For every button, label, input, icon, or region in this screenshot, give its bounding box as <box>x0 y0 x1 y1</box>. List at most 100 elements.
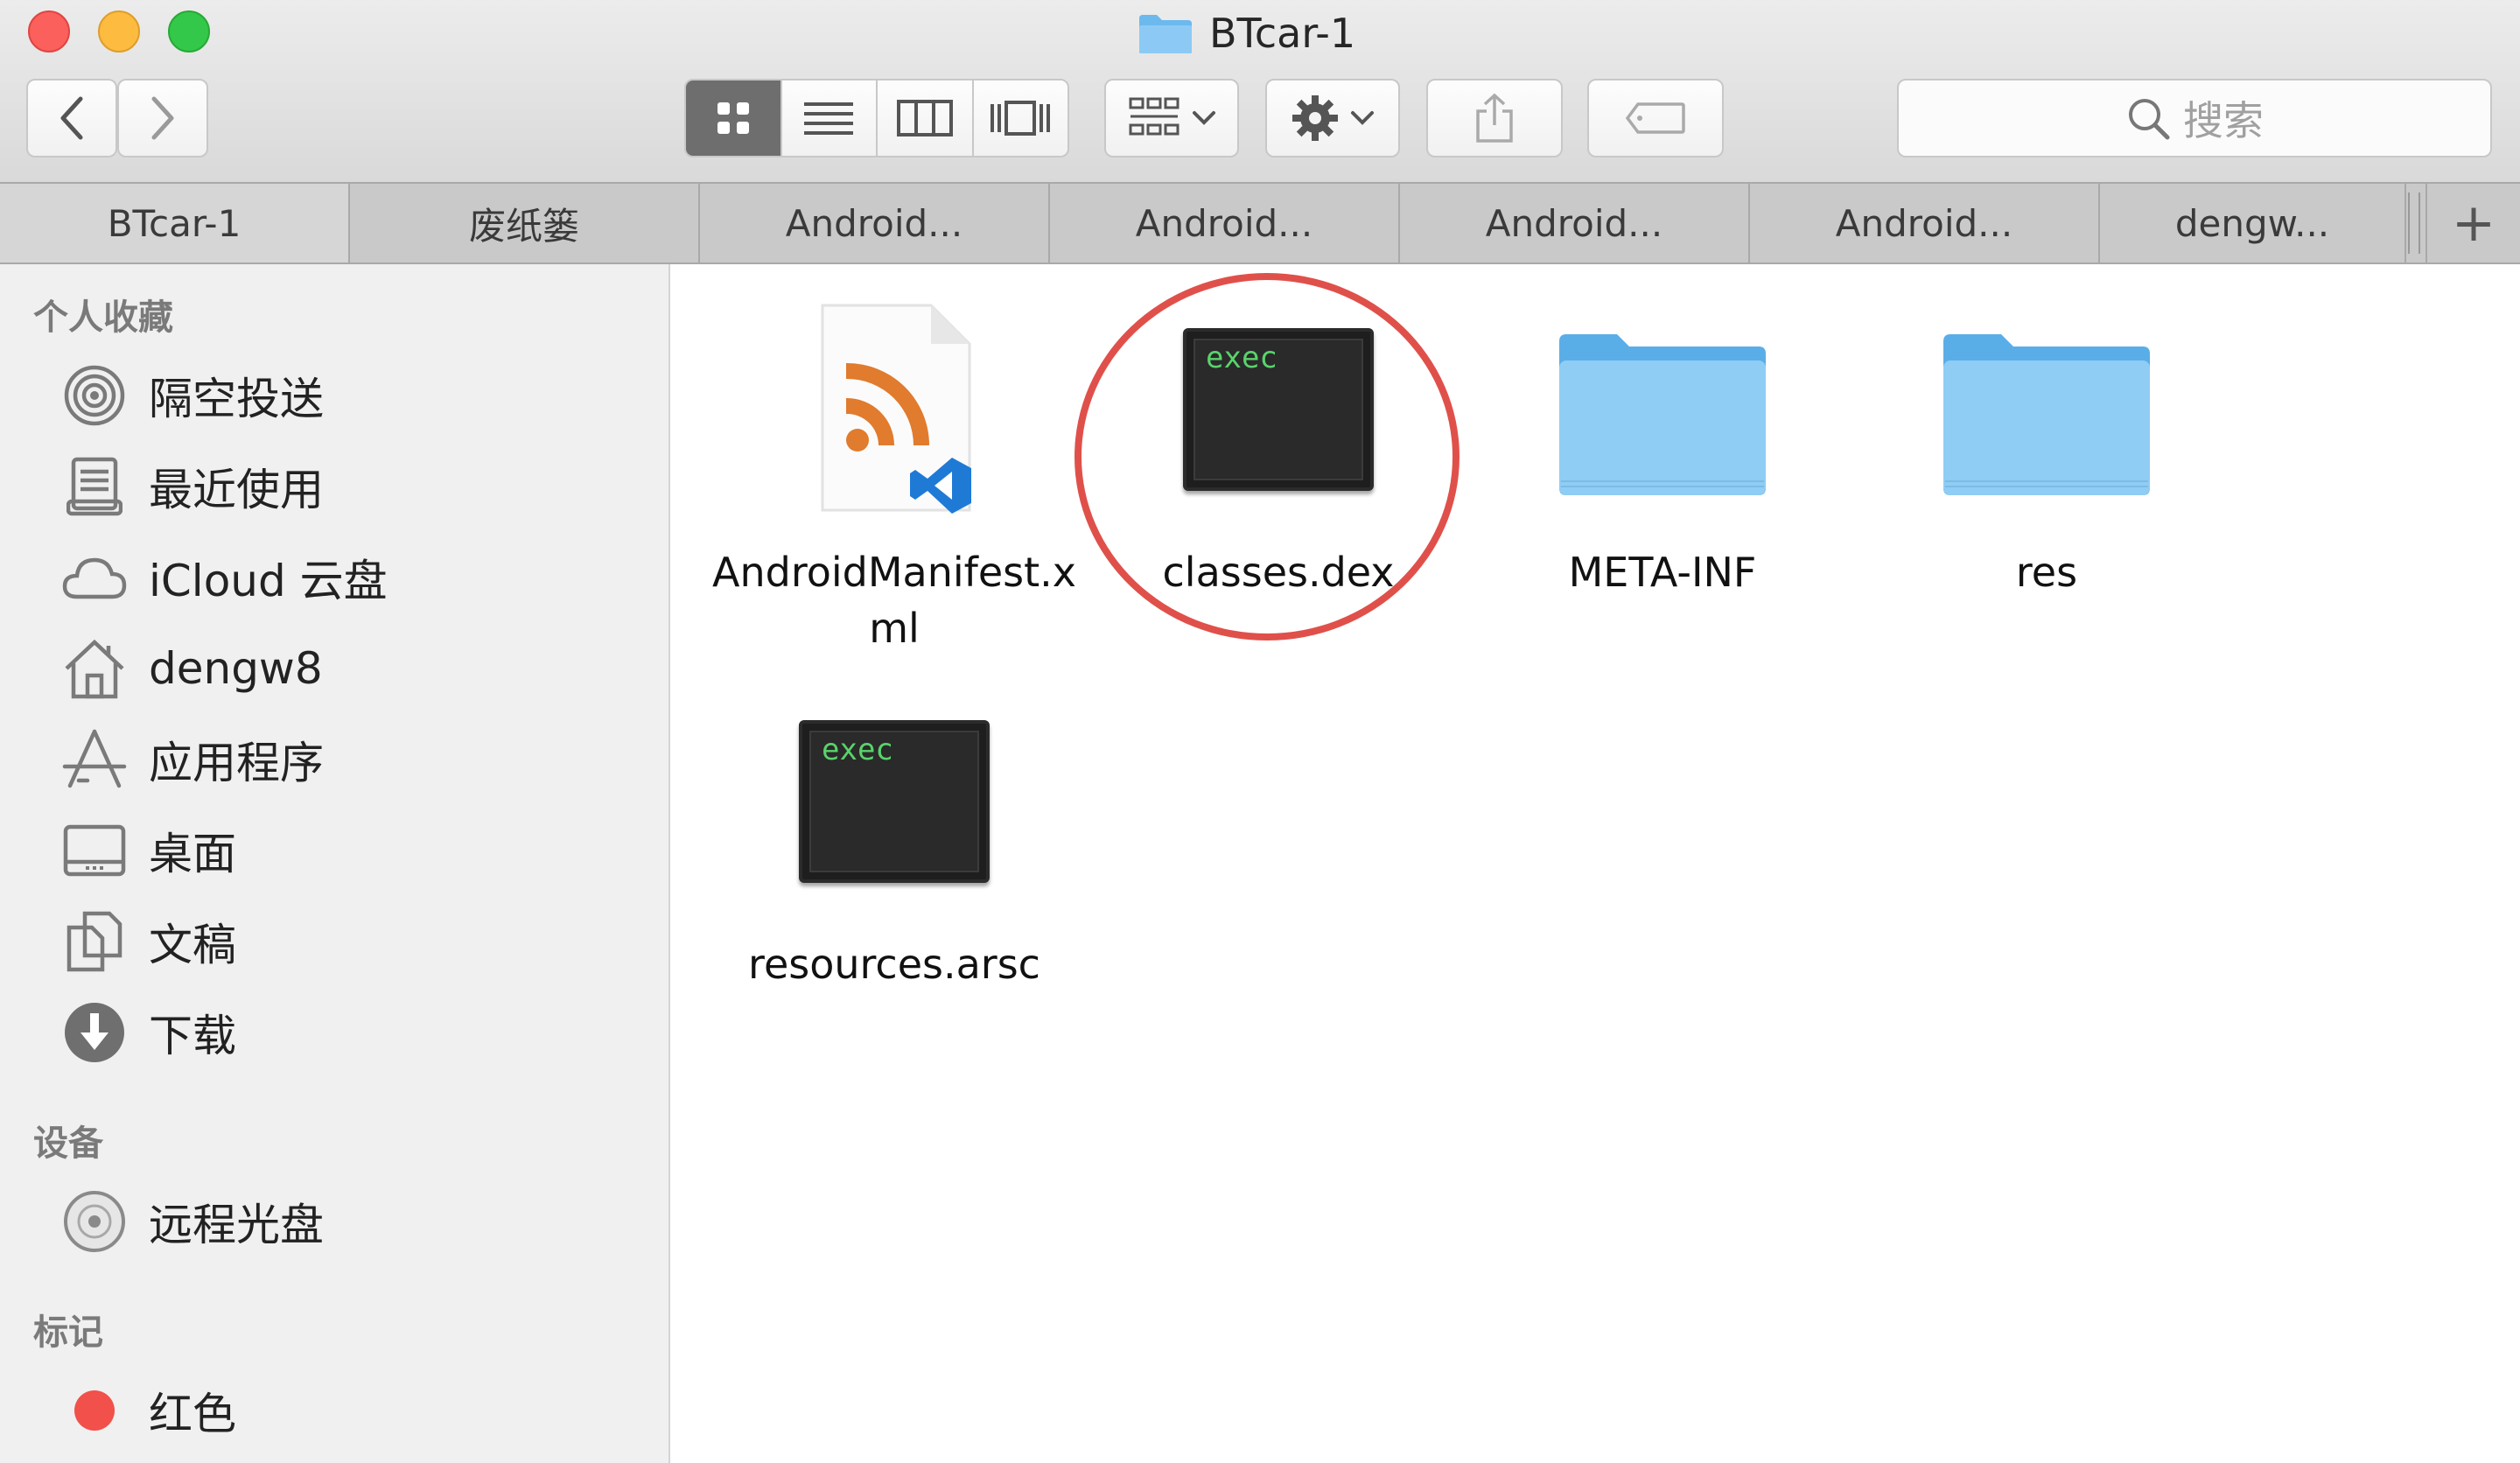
share-icon <box>1476 93 1513 143</box>
tab-android-3[interactable]: Android... <box>1400 184 1750 262</box>
sidebar-item-label: dengw8 <box>149 643 323 694</box>
sidebar-item-label: 隔空投送 <box>149 374 324 424</box>
devices-header: 设备 <box>33 1124 103 1164</box>
exec-file-icon: exec <box>780 688 1008 915</box>
new-tab-button[interactable]: + <box>2426 184 2520 262</box>
sidebar-item-label: 桌面 <box>149 829 236 879</box>
sidebar-item-remote-disc[interactable]: 远程光盘 <box>60 1186 324 1256</box>
tab-trash[interactable]: 废纸篓 <box>350 184 700 262</box>
downloads-icon <box>60 998 130 1068</box>
exec-badge: exec <box>1206 340 1278 375</box>
tab-label: Android... <box>1485 201 1663 245</box>
tab-dengw[interactable]: dengw... <box>2100 184 2406 262</box>
folder-icon <box>1139 15 1192 53</box>
sidebar-item-airdrop[interactable]: 隔空投送 <box>60 360 324 430</box>
plus-icon: + <box>2451 192 2496 254</box>
file-item-resources-arsc[interactable]: exec resources.arsc <box>702 688 1087 992</box>
sidebar-item-desktop[interactable]: 桌面 <box>60 816 236 886</box>
group-by-button[interactable] <box>1104 79 1239 158</box>
window-title-text: BTcar-1 <box>1209 10 1356 57</box>
sidebar-item-label: 应用程序 <box>149 738 324 788</box>
search-placeholder: 搜索 <box>2183 97 2264 144</box>
red-tag-dot-icon <box>60 1376 130 1446</box>
applications-icon <box>60 724 130 794</box>
sidebar-item-applications[interactable]: 应用程序 <box>60 724 324 794</box>
column-view-icon <box>896 100 953 136</box>
folder-icon <box>1933 296 2160 523</box>
folder-name: res <box>2015 549 2078 596</box>
view-mode-control <box>684 79 1069 158</box>
recents-icon <box>60 452 130 522</box>
remote-disc-icon <box>60 1186 130 1256</box>
sidebar-item-tag-red[interactable]: 红色 <box>60 1376 236 1446</box>
group-icon <box>1129 97 1180 136</box>
airdrop-icon <box>60 360 130 430</box>
sidebar-item-documents[interactable]: 文稿 <box>60 906 236 976</box>
window-title: BTcar-1 <box>1138 7 1355 60</box>
close-window-button[interactable] <box>28 10 70 52</box>
sidebar-item-label: iCloud 云盘 <box>149 556 388 606</box>
chevron-left-icon <box>60 96 83 140</box>
sidebar-item-recents[interactable]: 最近使用 <box>60 452 324 522</box>
tab-btcar-1[interactable]: BTcar-1 <box>0 184 350 262</box>
sidebar-item-downloads[interactable]: 下载 <box>60 998 236 1068</box>
titlebar: BTcar-1 搜索 <box>0 0 2520 182</box>
icon-view-icon <box>717 102 749 134</box>
minimize-window-button[interactable] <box>98 10 140 52</box>
action-button[interactable] <box>1265 79 1400 158</box>
folder-item-meta-inf[interactable]: META-INF <box>1470 296 1855 600</box>
favorites-header: 个人收藏 <box>33 298 173 338</box>
sidebar: 个人收藏 隔空投送 最近使用 iCloud 云盘 dengw8 应用程序 桌面 … <box>0 264 670 1463</box>
tab-label: dengw... <box>2174 201 2330 245</box>
back-button[interactable] <box>26 79 117 158</box>
chevron-down-icon <box>1351 111 1374 125</box>
search-field[interactable]: 搜索 <box>1897 79 2492 158</box>
file-icon-view: AndroidManifest.xml exec classes.dex MET… <box>670 264 2520 1463</box>
exec-file-icon: exec <box>1165 296 1392 523</box>
list-view-icon <box>804 102 854 135</box>
sidebar-item-label: 远程光盘 <box>149 1200 324 1250</box>
documents-icon <box>60 906 130 976</box>
file-name: AndroidManifest.xml <box>712 549 1076 652</box>
list-view-button[interactable] <box>780 80 876 156</box>
gear-icon <box>1292 95 1338 141</box>
xml-file-icon <box>780 296 1008 523</box>
sidebar-item-label: 最近使用 <box>149 465 324 515</box>
column-view-button[interactable] <box>876 80 972 156</box>
folder-icon <box>1549 296 1776 523</box>
cover-flow-view-icon <box>990 101 1051 136</box>
chevron-down-icon <box>1193 111 1215 125</box>
share-button[interactable] <box>1426 79 1563 158</box>
icon-view-button[interactable] <box>686 80 780 156</box>
sidebar-item-home[interactable]: dengw8 <box>60 634 323 704</box>
sidebar-item-label: 红色 <box>149 1389 236 1439</box>
exec-badge: exec <box>822 732 893 767</box>
tags-header: 标记 <box>33 1312 103 1353</box>
sidebar-item-label: 文稿 <box>149 920 236 970</box>
tab-label: Android... <box>1135 201 1313 245</box>
tab-overflow-grip[interactable] <box>2408 192 2420 254</box>
chevron-right-icon <box>151 96 174 140</box>
forward-button[interactable] <box>117 79 208 158</box>
file-item-classes-dex[interactable]: exec classes.dex <box>1086 296 1471 600</box>
folder-item-res[interactable]: res <box>1854 296 2239 600</box>
icloud-icon <box>60 542 130 612</box>
tab-label: Android... <box>1835 201 2013 245</box>
tag-button[interactable] <box>1587 79 1724 158</box>
tab-android-1[interactable]: Android... <box>700 184 1050 262</box>
tab-android-2[interactable]: Android... <box>1050 184 1400 262</box>
sidebar-item-icloud[interactable]: iCloud 云盘 <box>60 542 388 612</box>
search-icon <box>2129 99 2170 140</box>
sidebar-item-label: 下载 <box>149 1011 236 1061</box>
cover-flow-view-button[interactable] <box>971 80 1068 156</box>
home-icon <box>60 634 130 704</box>
file-item-androidmanifest[interactable]: AndroidManifest.xml <box>702 296 1087 656</box>
tab-bar: BTcar-1 废纸篓 Android... Android... Androi… <box>0 182 2520 264</box>
tab-label: BTcar-1 <box>107 201 242 245</box>
tab-label: Android... <box>785 201 963 245</box>
finder-window: BTcar-1 搜索 BTcar-1 废纸篓 Android... Androi… <box>0 0 2520 1463</box>
folder-name: META-INF <box>1568 549 1757 596</box>
tab-android-4[interactable]: Android... <box>1750 184 2100 262</box>
zoom-window-button[interactable] <box>168 10 210 52</box>
tab-label: 废纸篓 <box>468 204 579 248</box>
